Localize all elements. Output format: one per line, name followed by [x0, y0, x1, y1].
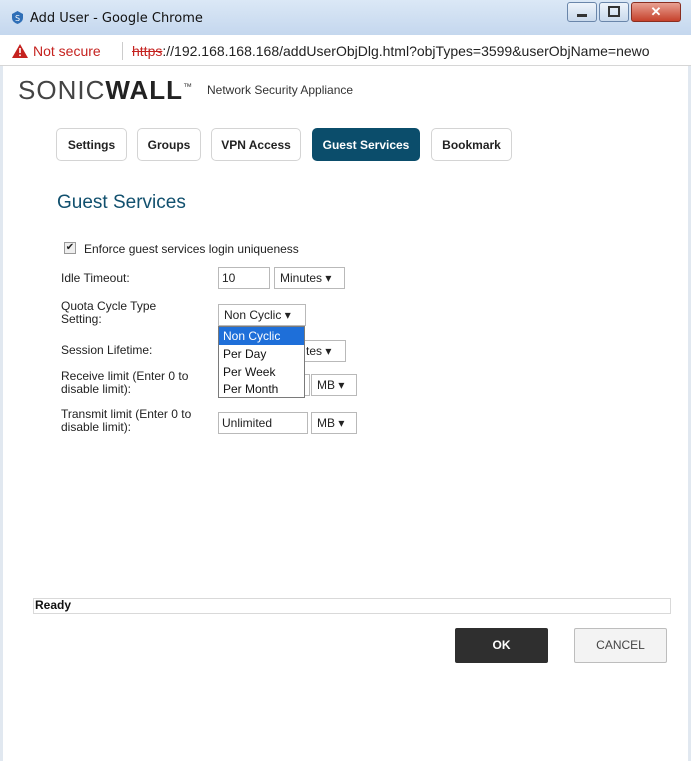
window-left-border [0, 65, 3, 761]
idle-timeout-input[interactable]: 10 [218, 267, 270, 289]
url-path: ://192.168.168.168/addUserObjDlg.html?ob… [162, 43, 650, 59]
status-bar [33, 598, 671, 614]
sonicwall-logo: SONICWALL™ [18, 75, 193, 105]
idle-timeout-unit-select[interactable]: Minutes ▾ [274, 267, 345, 289]
tab-vpn-access[interactable]: VPN Access [211, 128, 301, 161]
quota-option-per-week[interactable]: Per Week [219, 363, 304, 381]
enforce-uniqueness-label: Enforce guest services login uniqueness [84, 242, 299, 256]
close-window-button[interactable]: ✕ [631, 2, 681, 22]
url-text[interactable]: https://192.168.168.168/addUserObjDlg.ht… [132, 43, 650, 59]
enforce-uniqueness-checkbox[interactable]: ✔ [64, 242, 76, 254]
tab-settings[interactable]: Settings [56, 128, 127, 161]
transmit-limit-unit-select[interactable]: MB ▾ [311, 412, 357, 434]
product-subtitle: Network Security Appliance [207, 83, 354, 97]
minimize-button[interactable] [567, 2, 597, 22]
idle-timeout-label: Idle Timeout: [61, 271, 130, 285]
session-lifetime-label: Session Lifetime: [61, 343, 153, 357]
close-icon: ✕ [650, 4, 662, 19]
chevron-down-icon: ▾ [284, 308, 291, 322]
maximize-button[interactable] [599, 2, 629, 22]
chevron-down-icon: ▾ [338, 378, 345, 392]
chevron-down-icon: ▾ [325, 271, 332, 285]
address-separator [122, 42, 123, 60]
session-lifetime-unit-select[interactable]: tes ▾ [300, 340, 346, 362]
chrome-app-icon: S [10, 10, 25, 25]
chevron-down-icon: ▾ [338, 416, 345, 430]
quota-option-non-cyclic[interactable]: Non Cyclic [219, 327, 304, 345]
receive-limit-label: Receive limit (Enter 0 to disable limit)… [61, 369, 189, 396]
quota-cycle-dropdown-list: Non Cyclic Per Day Per Week Per Month [218, 326, 305, 398]
quota-cycle-select[interactable]: Non Cyclic ▾ [218, 304, 306, 326]
url-scheme: https [132, 43, 163, 59]
ok-button[interactable]: OK [455, 628, 548, 663]
section-title: Guest Services [57, 192, 186, 213]
tab-bookmark[interactable]: Bookmark [431, 128, 512, 161]
quota-option-per-month[interactable]: Per Month [219, 380, 304, 398]
tab-guest-services[interactable]: Guest Services [312, 128, 420, 161]
quota-option-per-day[interactable]: Per Day [219, 345, 304, 363]
quota-cycle-label: Quota Cycle Type Setting: [61, 299, 157, 326]
svg-text:S: S [15, 14, 20, 23]
chevron-down-icon: ▾ [325, 344, 332, 358]
transmit-limit-input[interactable]: Unlimited [218, 412, 308, 434]
receive-limit-unit-select[interactable]: MB ▾ [311, 374, 357, 396]
transmit-limit-label: Transmit limit (Enter 0 to disable limit… [61, 407, 192, 434]
warning-icon [12, 44, 28, 61]
tab-groups[interactable]: Groups [137, 128, 201, 161]
status-text: Ready [35, 598, 72, 612]
security-status-label[interactable]: Not secure [33, 43, 101, 59]
cancel-button[interactable]: CANCEL [574, 628, 667, 663]
window-title: Add User - Google Chrome [30, 11, 203, 26]
